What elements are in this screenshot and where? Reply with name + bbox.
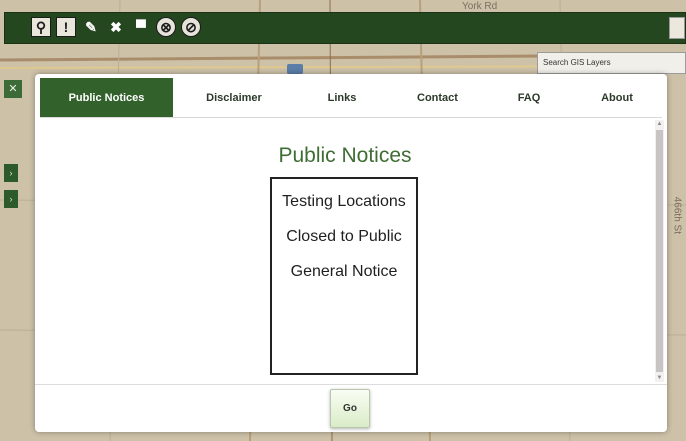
tab-links[interactable]: Links [295,78,389,117]
scroll-thumb[interactable] [656,130,663,372]
pencil-icon[interactable]: ✎ [81,17,101,37]
search-gis-layers-input[interactable]: Search GIS Layers [537,52,686,74]
clear-circle-icon[interactable]: ⊗ [156,17,176,37]
tab-faq[interactable]: FAQ [486,78,572,117]
road-label: York Rd [462,1,498,12]
location-pin-icon[interactable]: ⚲ [31,17,51,37]
map-toolbar: ⚲ ! ✎ ✖ ▀ ⊗ ⊘ [4,12,686,44]
go-button[interactable]: Go [330,389,370,428]
cross-tools-icon[interactable]: ✖ [106,17,126,37]
street-label: 466th St [671,196,682,234]
scroll-down-icon[interactable]: ▼ [656,374,663,382]
notice-option-testing-locations[interactable]: Testing Locations [272,179,416,214]
notice-listbox[interactable]: Testing Locations Closed to Public Gener… [270,177,418,375]
printer-icon[interactable]: ▀ [131,17,151,37]
modal-footer: Go [35,384,667,432]
tab-contact[interactable]: Contact [389,78,486,117]
toolbar-menu-button[interactable] [669,17,685,39]
notice-option-closed-to-public[interactable]: Closed to Public [272,214,416,249]
exclamation-icon[interactable]: ! [56,17,76,37]
side-expand-button-1[interactable]: › [4,164,18,182]
side-expand-button-2[interactable]: › [4,190,18,208]
tab-disclaimer[interactable]: Disclaimer [173,78,295,117]
prohibit-icon[interactable]: ⊘ [181,17,201,37]
info-modal: Public Notices Disclaimer Links Contact … [35,74,667,432]
notice-option-general-notice[interactable]: General Notice [272,249,416,284]
tab-public-notices[interactable]: Public Notices [40,78,173,117]
modal-scrollbar[interactable]: ▲ ▼ [655,120,664,382]
page-title: Public Notices [278,144,412,167]
tab-about[interactable]: About [572,78,662,117]
close-panel-icon[interactable]: ✕ [4,80,22,98]
modal-tabs: Public Notices Disclaimer Links Contact … [40,78,662,118]
scroll-up-icon[interactable]: ▲ [656,120,663,128]
